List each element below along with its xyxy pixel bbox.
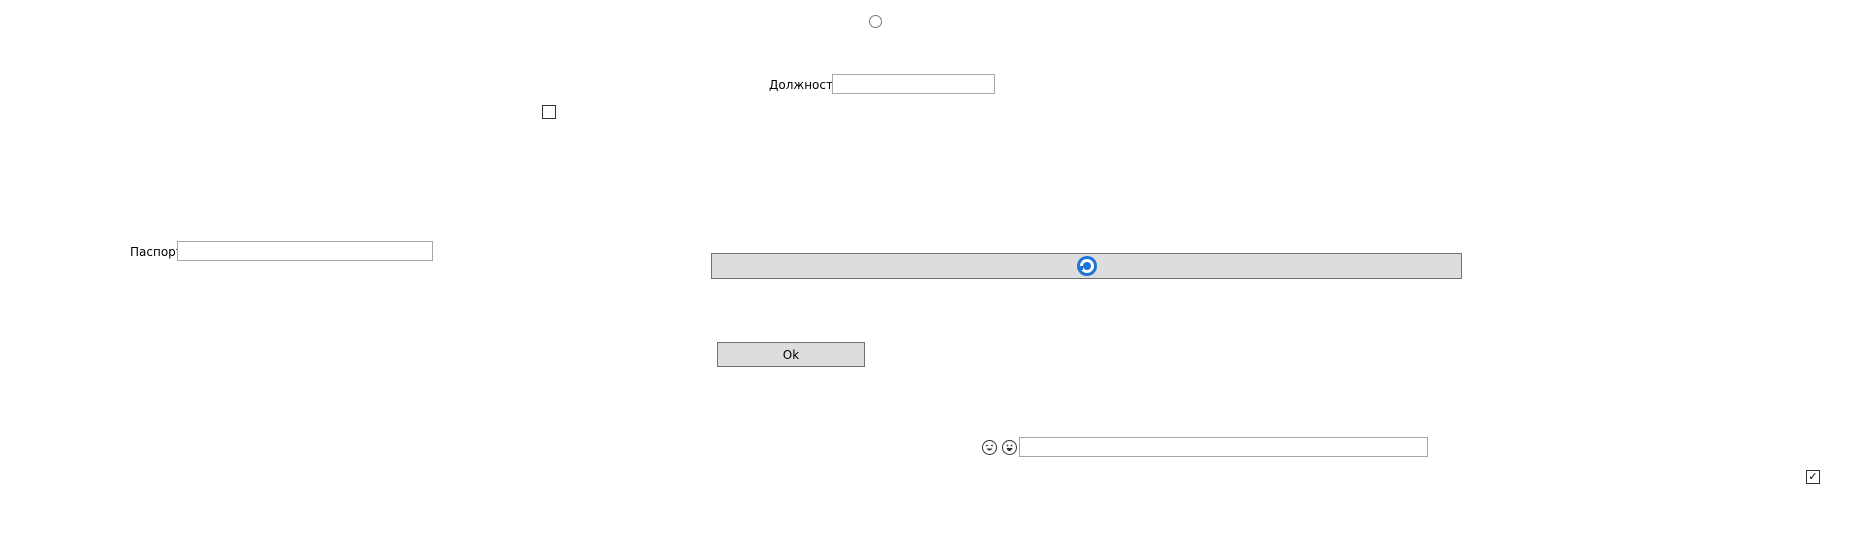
emoji-text-input[interactable] [1019,437,1428,457]
checkbox-bottom[interactable]: ✓ [1806,470,1820,484]
position-input[interactable] [832,74,995,94]
ok-button[interactable]: Ok [717,342,865,367]
position-label: Должность [769,78,841,92]
laughing-face-icon[interactable] [982,440,997,455]
radio-button[interactable] [869,15,882,28]
checkbox-top[interactable] [542,105,556,119]
grinning-face-icon[interactable] [1002,440,1017,455]
passport-label: Паспорт [130,245,183,259]
refresh-icon [1076,256,1097,276]
refresh-button[interactable] [711,253,1462,279]
passport-input[interactable] [177,241,433,261]
